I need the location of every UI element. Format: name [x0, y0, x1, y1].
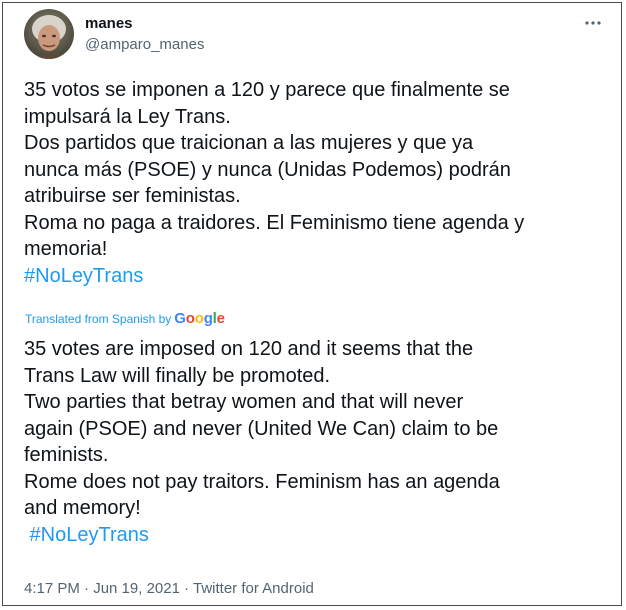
text-line: 35 votos se imponen a 120 y parece que f… — [24, 79, 510, 101]
text-line: 35 votes are imposed on 120 and it seems… — [24, 338, 474, 360]
translation-label: Translated from Spanish by — [25, 311, 172, 326]
text-line: impulsará la Ley Trans. — [24, 105, 231, 128]
text-line: Two parties that betray women and that w… — [24, 391, 464, 413]
text-line: Rome does not pay traitors. Feminism has… — [24, 470, 500, 493]
text-line: Trans Law will finally be promoted. — [24, 364, 331, 387]
text-line: Roma no paga a traidores. El Feminismo t… — [24, 211, 525, 234]
text-line: atribuirse ser feministas. — [24, 185, 241, 207]
profile-photo — [24, 9, 74, 59]
avatar[interactable] — [24, 9, 74, 59]
google-logo: Google — [174, 310, 225, 327]
display-name[interactable]: manes — [85, 15, 133, 32]
user-handle[interactable]: @amparo_manes — [85, 36, 204, 53]
text-line: nunca más (PSOE) y nunca (Unidas Podemos… — [24, 158, 511, 181]
text-line: memoria! — [24, 238, 108, 260]
text-line: Dos partidos que traicionan a las mujere… — [24, 132, 474, 154]
text-line: again (PSOE) and never (United We Can) c… — [24, 417, 499, 440]
tweet-timestamp[interactable]: 4:17 PM · Jun 19, 2021 · Twitter for And… — [24, 580, 314, 597]
text-line: feminists. — [24, 444, 109, 466]
tweet-original-text: 35 votos se imponen a 120 y parece que f… — [24, 77, 524, 289]
hashtag-link[interactable]: #NoLeyTrans — [24, 263, 524, 290]
hashtag-link[interactable]: #NoLeyTrans — [24, 522, 500, 549]
translation-attribution: Translated from Spanish by Google — [25, 310, 225, 327]
tweet-translated-text: 35 votes are imposed on 120 and it seems… — [24, 336, 500, 548]
tweet-card: manes @amparo_manes 35 votos se imponen … — [2, 2, 622, 606]
more-options-icon[interactable] — [583, 13, 603, 33]
text-line: and memory! — [24, 497, 141, 519]
